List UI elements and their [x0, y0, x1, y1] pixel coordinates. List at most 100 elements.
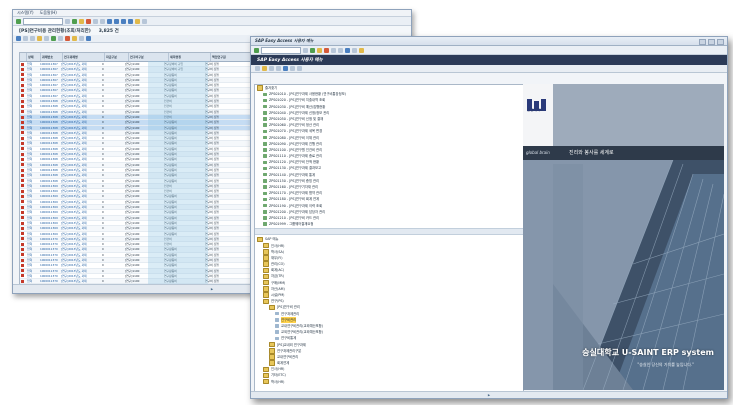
- filter-icon[interactable]: [37, 36, 42, 41]
- page-first-icon[interactable]: [107, 18, 112, 24]
- table-cell[interactable]: [연구]2013년도 과제: [60, 67, 101, 71]
- export-icon[interactable]: [51, 36, 56, 41]
- layout-select-icon[interactable]: [72, 36, 77, 41]
- find-icon[interactable]: [338, 47, 343, 53]
- table-cell[interactable]: 1000011369: [39, 200, 60, 204]
- table-cell[interactable]: [연구]2013년도 과제: [60, 247, 101, 251]
- table-cell[interactable]: [연구]2013년도 과제: [60, 179, 101, 183]
- table-cell[interactable]: 1000011368: [39, 131, 60, 135]
- table-cell[interactable]: 1000011370: [39, 274, 60, 278]
- table-cell[interactable]: [연구]2013년도 과제: [60, 131, 101, 135]
- table-cell[interactable]: [연구]2013년도 과제: [60, 152, 101, 156]
- table-cell[interactable]: 1000011368: [39, 115, 60, 119]
- table-cell[interactable]: [연구]2013년도 과제: [60, 99, 101, 103]
- table-cell[interactable]: [연구]2013년도 과제: [60, 205, 101, 209]
- command-field[interactable]: [23, 17, 63, 25]
- table-cell[interactable]: 1000011367: [39, 94, 60, 98]
- info-icon[interactable]: [86, 36, 91, 41]
- table-cell[interactable]: [연구]2013년도 과제: [60, 104, 101, 108]
- column-header[interactable]: 연구비구분: [129, 53, 169, 61]
- table-cell[interactable]: [연구]2013년도 과제: [60, 232, 101, 236]
- table-cell[interactable]: [연구]2013년도 과제: [60, 173, 101, 177]
- table-cell[interactable]: [연구]2013년도 과제: [60, 147, 101, 151]
- maximize-icon[interactable]: [708, 38, 715, 45]
- table-cell[interactable]: [연구]2013년도 과제: [60, 126, 101, 130]
- table-cell[interactable]: 1000011368: [39, 136, 60, 140]
- add-favorite-icon[interactable]: [269, 66, 274, 71]
- table-cell[interactable]: [연구]2013년도 과제: [60, 263, 101, 267]
- table-cell[interactable]: [연구]2013년도 과제: [60, 115, 101, 119]
- table-cell[interactable]: 1000011369: [39, 194, 60, 198]
- table-cell[interactable]: 1000011370: [39, 247, 60, 251]
- sum-icon[interactable]: [44, 36, 49, 41]
- table-cell[interactable]: 1000011370: [39, 237, 60, 241]
- table-cell[interactable]: [연구]2013년도 과제: [60, 94, 101, 98]
- table-cell[interactable]: 1000011368: [39, 147, 60, 151]
- table-cell[interactable]: [연구]2013년도 과제: [60, 242, 101, 246]
- table-cell[interactable]: [연구]2013년도 과제: [60, 200, 101, 204]
- save-icon[interactable]: [303, 47, 308, 53]
- table-cell[interactable]: [연구]2013년도 과제: [60, 216, 101, 220]
- layout-icon[interactable]: [135, 18, 140, 24]
- sort-desc-icon[interactable]: [30, 36, 35, 41]
- page-last-icon[interactable]: [128, 18, 133, 24]
- table-cell[interactable]: 1000011370: [39, 279, 60, 283]
- table-cell[interactable]: 1000011368: [39, 168, 60, 172]
- column-header[interactable]: 세목명칭: [169, 53, 211, 61]
- table-cell[interactable]: 1000011370: [39, 269, 60, 273]
- table-cell[interactable]: [연구]2013년도 과제: [60, 258, 101, 262]
- table-cell[interactable]: [연구]2013년도 과제: [60, 184, 101, 188]
- table-cell[interactable]: 1000011370: [39, 253, 60, 257]
- column-header[interactable]: 과제번호: [41, 53, 63, 61]
- table-cell[interactable]: 1000011369: [39, 210, 60, 214]
- table-cell[interactable]: [연구]2013년도 과제: [60, 88, 101, 92]
- table-cell[interactable]: 1000011368: [39, 163, 60, 167]
- table-cell[interactable]: 1000011367: [39, 88, 60, 92]
- table-cell[interactable]: [연구]2013년도 과제: [60, 237, 101, 241]
- table-cell[interactable]: 1000011367: [39, 78, 60, 82]
- cancel-icon[interactable]: [324, 47, 329, 53]
- details-icon[interactable]: [16, 36, 21, 41]
- table-cell[interactable]: 1000011369: [39, 216, 60, 220]
- table-cell[interactable]: 1000011370: [39, 242, 60, 246]
- column-header[interactable]: 자금구분: [105, 53, 129, 61]
- table-cell[interactable]: [연구]2013년도 과제: [60, 157, 101, 161]
- table-cell[interactable]: [연구]2013년도 과제: [60, 221, 101, 225]
- table-cell[interactable]: [연구]2013년도 과제: [60, 120, 101, 124]
- back-icon[interactable]: [72, 18, 77, 24]
- menu-item-system[interactable]: 시스템(Y): [17, 10, 34, 16]
- favorites-icon[interactable]: [262, 66, 267, 71]
- menu-icon[interactable]: [255, 66, 260, 71]
- cancel-icon[interactable]: [86, 18, 91, 24]
- table-cell[interactable]: [연구]2013년도 과제: [60, 168, 101, 172]
- table-cell[interactable]: [연구]2013년도 과제: [60, 163, 101, 167]
- table-cell[interactable]: 1000011368: [39, 110, 60, 114]
- table-cell[interactable]: 1000011367: [39, 83, 60, 87]
- print-icon[interactable]: [93, 18, 98, 24]
- close-icon[interactable]: [717, 38, 724, 45]
- table-cell[interactable]: [연구]2013년도 과제: [60, 62, 101, 66]
- command-field[interactable]: [261, 46, 301, 54]
- table-cell[interactable]: [연구]2013년도 과제: [60, 279, 101, 283]
- table-cell[interactable]: [연구]2013년도 과제: [60, 136, 101, 140]
- table-cell[interactable]: 1000011369: [39, 226, 60, 230]
- table-cell[interactable]: 1000011369: [39, 205, 60, 209]
- table-cell[interactable]: 1000011368: [39, 104, 60, 108]
- exit-icon[interactable]: [317, 47, 322, 53]
- new-session-icon[interactable]: [345, 47, 350, 53]
- layout-save-icon[interactable]: [79, 36, 84, 41]
- table-cell[interactable]: [연구]2013년도 과제: [60, 73, 101, 77]
- graphic-icon[interactable]: [65, 36, 70, 41]
- table-cell[interactable]: [연구]2013년도 과제: [60, 78, 101, 82]
- help-icon[interactable]: [142, 18, 147, 24]
- table-cell[interactable]: 1000011369: [39, 184, 60, 188]
- table-cell[interactable]: [연구]2013년도 과제: [60, 83, 101, 87]
- remove-favorite-icon[interactable]: [276, 66, 281, 71]
- table-cell[interactable]: 1000011367: [39, 62, 60, 66]
- check-icon[interactable]: [16, 18, 21, 24]
- table-cell[interactable]: 1000011368: [39, 120, 60, 124]
- table-cell[interactable]: [연구]2013년도 과제: [60, 269, 101, 273]
- table-cell[interactable]: 1000011368: [39, 126, 60, 130]
- sort-asc-icon[interactable]: [23, 36, 28, 41]
- column-header[interactable]: 연구과제명: [63, 53, 105, 61]
